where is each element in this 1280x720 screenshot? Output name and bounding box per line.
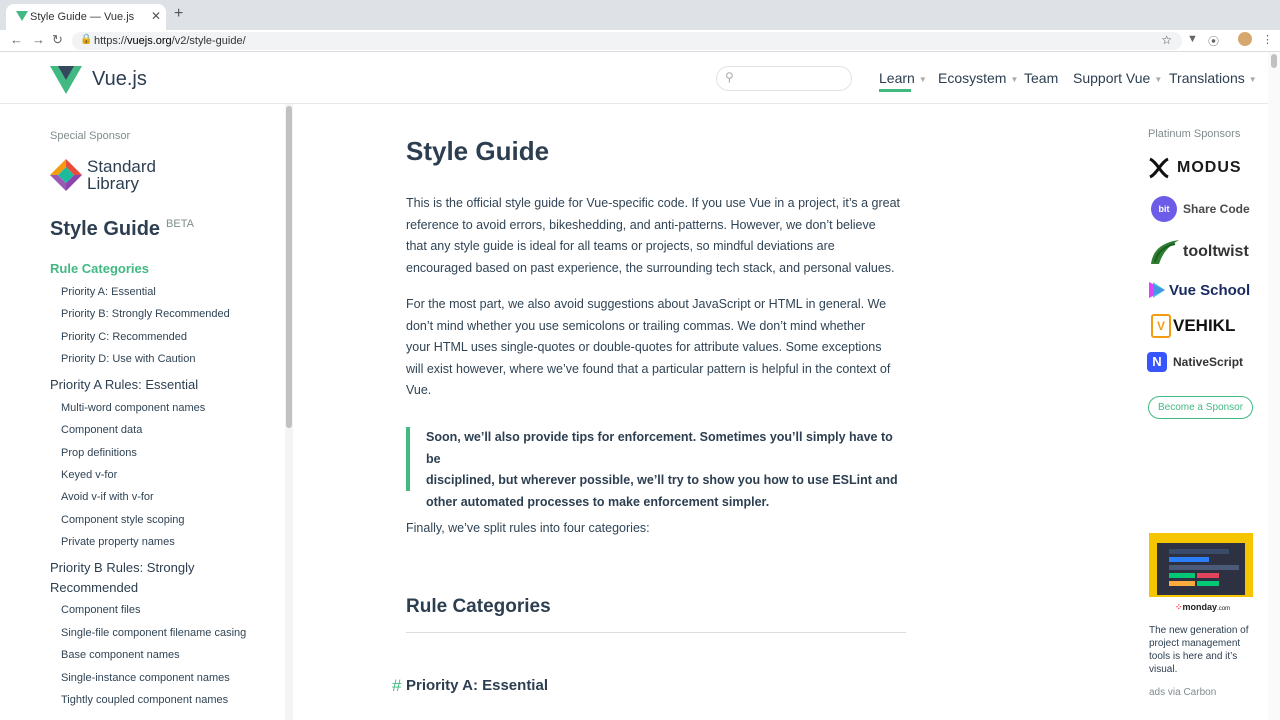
sponsor-vehikl[interactable]: V VEHIKL xyxy=(1147,314,1235,340)
modus-logo-icon xyxy=(1147,156,1171,180)
site-header: Vue.js ⚲ Learn ▼ Ecosystem ▼ Team Support … xyxy=(0,52,1268,104)
reload-icon[interactable]: ↻ xyxy=(52,32,63,48)
page-title: Style Guide xyxy=(406,136,550,166)
back-icon[interactable]: ← xyxy=(10,32,23,47)
search-input[interactable]: ⚲ xyxy=(716,66,852,91)
sidebar-item-priority-a-rules[interactable]: Priority A Rules: Essential xyxy=(50,377,198,392)
browser-toolbar: ← → ↻ 🔒 https://vuejs.org/v2/style-guide… xyxy=(0,30,1280,52)
monday-brand[interactable]: ⁘monday.com xyxy=(1175,602,1230,613)
monday-logo-icon: ⁘ xyxy=(1175,602,1183,612)
browser-tab[interactable]: Style Guide — Vue.js ✕ xyxy=(6,4,166,30)
nav-translations[interactable]: Translations ▼ xyxy=(1169,70,1257,86)
browser-tab-bar: Style Guide — Vue.js ✕ + xyxy=(0,0,1280,30)
nav-team[interactable]: Team xyxy=(1024,70,1058,86)
logo-text[interactable]: Vue.js xyxy=(92,68,147,91)
carbon-ad-image[interactable] xyxy=(1149,533,1253,597)
address-bar[interactable]: 🔒 https://vuejs.org/v2/style-guide/ ☆ xyxy=(72,32,1182,50)
sponsor-tooltwist[interactable]: tooltwist xyxy=(1147,238,1249,264)
sidebar-item-component-files[interactable]: Component files xyxy=(61,604,141,616)
subheading-priority-a: Priority A: Essential xyxy=(406,677,548,694)
url-text: https://vuejs.org/v2/style-guide/ xyxy=(94,35,246,47)
sidebar-item-avoid-v-if[interactable]: Avoid v-if with v-for xyxy=(61,491,154,503)
sidebar-item-priority-c[interactable]: Priority C: Recommended xyxy=(61,331,187,343)
sidebar-item-priority-b[interactable]: Priority B: Strongly Recommended xyxy=(61,308,230,320)
intro-paragraph: This is the official style guide for Vue… xyxy=(406,196,901,275)
sponsor-vue-school[interactable]: Vue School xyxy=(1147,280,1250,306)
sidebar-item-component-data[interactable]: Component data xyxy=(61,424,142,436)
special-sponsor-label: Special Sponsor xyxy=(50,130,131,142)
sidebar-item-tightly-coupled[interactable]: Tightly coupled component names xyxy=(61,694,228,706)
sidebar-item-prop-definitions[interactable]: Prop definitions xyxy=(61,447,137,459)
sidebar-item-rule-categories[interactable]: Rule Categories xyxy=(50,261,149,276)
standard-library-text[interactable]: Standard Library xyxy=(87,158,156,192)
tip-blockquote: Soon, we’ll also provide tips for enforc… xyxy=(406,427,906,509)
sidebar-item-style-scoping[interactable]: Component style scoping xyxy=(61,514,185,526)
bit-logo-icon: bit xyxy=(1151,196,1177,222)
heading-divider xyxy=(406,632,906,633)
search-icon: ⚲ xyxy=(725,70,734,84)
ads-via-carbon[interactable]: ads via Carbon xyxy=(1149,687,1216,698)
sponsor-modus[interactable]: MODUS xyxy=(1147,156,1242,182)
lock-icon: 🔒 xyxy=(80,34,93,45)
sidebar-item-multi-word[interactable]: Multi-word component names xyxy=(61,402,205,414)
become-sponsor-button[interactable]: Become a Sponsor xyxy=(1148,396,1253,419)
platinum-sponsors-label: Platinum Sponsors xyxy=(1148,128,1241,140)
section-heading-rule-categories: Rule Categories xyxy=(406,596,551,617)
new-tab-icon[interactable]: + xyxy=(174,5,183,23)
vue-logo-icon[interactable] xyxy=(50,66,82,94)
sidebar-item-single-instance[interactable]: Single-instance component names xyxy=(61,672,230,684)
sponsor-nativescript[interactable]: N NativeScript xyxy=(1147,352,1243,378)
vehikl-logo-icon: V xyxy=(1151,314,1171,338)
sidebar-item-priority-b-rules[interactable]: Priority B Rules: Strongly xyxy=(50,560,195,575)
sidebar: Special Sponsor Standard Library Style Gu… xyxy=(0,104,290,720)
nav-support-vue[interactable]: Support Vue ▼ xyxy=(1073,70,1162,86)
anchor-hash-link[interactable]: # xyxy=(392,676,401,696)
extension-icon[interactable]: ▼ xyxy=(1187,33,1198,45)
nav-learn[interactable]: Learn ▼ xyxy=(879,70,927,86)
sidebar-title: Style Guide BETA xyxy=(50,218,194,240)
profile-avatar[interactable] xyxy=(1238,32,1252,46)
vue-school-logo-icon xyxy=(1147,280,1167,300)
tab-title: Style Guide — Vue.js xyxy=(30,11,135,23)
sponsor-share-code[interactable]: bit Share Code xyxy=(1147,196,1250,222)
tooltwist-logo-icon xyxy=(1147,238,1181,266)
tab-close-icon[interactable]: ✕ xyxy=(151,9,161,23)
second-paragraph: For the most part, we also avoid suggest… xyxy=(406,297,891,397)
extension-icon-2[interactable]: ⦿ xyxy=(1208,33,1219,49)
forward-icon[interactable]: → xyxy=(32,32,45,47)
nav-ecosystem[interactable]: Ecosystem ▼ xyxy=(938,70,1018,86)
nativescript-logo-icon: N xyxy=(1147,352,1167,372)
sidebar-item-priority-a[interactable]: Priority A: Essential xyxy=(61,286,156,298)
page-scrollbar[interactable] xyxy=(1268,52,1280,720)
sidebar-item-private-property[interactable]: Private property names xyxy=(61,536,175,548)
sidebar-item-keyed-v-for[interactable]: Keyed v-for xyxy=(61,469,117,481)
sidebar-item-base-component[interactable]: Base component names xyxy=(61,649,180,661)
ad-text[interactable]: The new generation of project management… xyxy=(1149,624,1259,676)
sidebar-scrollbar[interactable] xyxy=(285,104,293,720)
nav-active-underline xyxy=(879,89,911,92)
beta-badge: BETA xyxy=(166,218,194,231)
sidebar-item-priority-d[interactable]: Priority D: Use with Caution xyxy=(61,353,196,365)
browser-menu-icon[interactable]: ⋮ xyxy=(1262,33,1273,46)
vue-favicon-icon xyxy=(16,11,28,21)
bookmark-star-icon[interactable]: ☆ xyxy=(1161,33,1172,47)
standard-library-logo-icon[interactable] xyxy=(50,159,82,191)
third-paragraph: Finally, we’ve split rules into four cat… xyxy=(406,521,650,535)
sidebar-item-filename-casing[interactable]: Single-file component filename casing xyxy=(61,627,246,639)
sidebar-item-priority-b-rules-cont[interactable]: Recommended xyxy=(50,580,138,595)
